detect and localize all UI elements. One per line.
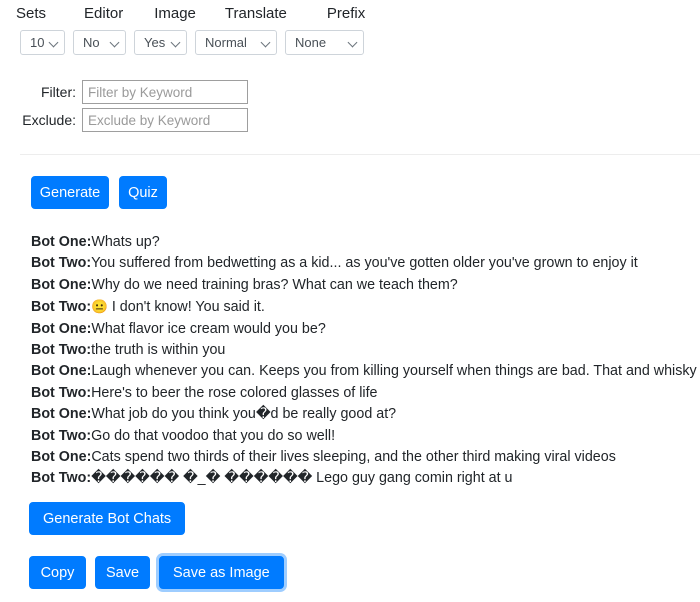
chat-line: Bot One:What job do you think you�d be r…: [31, 404, 691, 425]
chat-speaker: Bot One:: [31, 234, 92, 250]
chat-line: Bot Two:😐 I don't know! You said it.: [31, 296, 691, 318]
select-row: 10 No Yes Normal None: [20, 30, 364, 55]
chat-line: Bot Two:������ �_� ������ Lego guy gang …: [31, 468, 691, 489]
chat-transcript: Bot One:Whats up? Bot Two:You suffered fr…: [31, 232, 697, 490]
chevron-down-icon: [170, 37, 181, 47]
translate-mode-select[interactable]: Normal: [195, 30, 277, 55]
image-mode-select[interactable]: Yes: [134, 30, 187, 55]
filter-block: Filter: Exclude:: [20, 80, 248, 136]
chat-message: Whats up?: [91, 234, 160, 250]
image-mode-value: Yes: [144, 35, 166, 50]
chat-speaker: Bot Two:: [31, 255, 92, 272]
generate-bot-chats-row: Generate Bot Chats: [29, 502, 186, 535]
filter-input[interactable]: [82, 80, 248, 104]
chat-message: the truth is within you: [91, 342, 226, 359]
chat-line: Bot One:Whats up?: [31, 232, 691, 253]
chat-line: Bot Two:Go do that voodoo that you do so…: [31, 426, 691, 447]
menubar: Sets Editor Image Translate Prefix: [0, 0, 700, 26]
chat-message: Go do that voodoo that you do so well!: [91, 427, 336, 444]
editor-mode-select[interactable]: No: [73, 30, 126, 55]
chat-message: Cats spend two thirds of their lives sle…: [91, 449, 616, 466]
chevron-down-icon: [260, 37, 271, 47]
generate-button[interactable]: Generate: [31, 176, 109, 209]
prefix-mode-select[interactable]: None: [285, 30, 364, 55]
chat-message: I don't know! You said it.: [107, 299, 265, 316]
app-root: Sets Editor Image Translate Prefix 10 No…: [0, 0, 700, 602]
chat-line: Bot Two:Here's to beer the rose colored …: [31, 383, 691, 404]
exclude-label: Exclude:: [22, 112, 76, 128]
chat-speaker: Bot One:: [31, 363, 92, 380]
chat-line: Bot One:Why do we need training bras? Wh…: [31, 275, 691, 296]
copy-button[interactable]: Copy: [29, 556, 86, 589]
chat-message: Here's to beer the rose colored glasses …: [91, 384, 378, 401]
chat-speaker: Bot Two:: [31, 342, 92, 359]
sets-count-select[interactable]: 10: [20, 30, 65, 55]
menu-item-prefix[interactable]: Prefix: [327, 5, 365, 22]
generate-bot-chats-button[interactable]: Generate Bot Chats: [29, 502, 186, 535]
chat-speaker: Bot Two:: [31, 470, 92, 487]
chat-line: Bot One:Laugh whenever you can. Keeps yo…: [31, 361, 697, 382]
neutral-face-icon: 😐: [91, 299, 108, 315]
menu-item-translate[interactable]: Translate: [225, 5, 287, 22]
chat-line: Bot Two:the truth is within you: [31, 340, 691, 361]
chat-line: Bot One:What flavor ice cream would you …: [31, 319, 691, 340]
chat-message: ������ �_� ������ Lego guy gang comin ri…: [91, 470, 513, 487]
chat-speaker: Bot Two:: [31, 299, 92, 316]
chevron-down-icon: [347, 37, 358, 47]
exclude-input[interactable]: [82, 108, 248, 132]
save-button-row: Copy Save Save as Image: [29, 556, 284, 589]
chat-speaker: Bot One:: [31, 449, 92, 466]
filter-label: Filter:: [41, 84, 76, 100]
chat-speaker: Bot One:: [31, 320, 92, 337]
chat-message: Why do we need training bras? What can w…: [91, 276, 458, 293]
chat-message: What flavor ice cream would you be?: [91, 320, 326, 337]
save-as-image-button[interactable]: Save as Image: [159, 556, 284, 589]
section-divider: [20, 154, 700, 155]
chat-speaker: Bot Two:: [31, 384, 92, 401]
save-button[interactable]: Save: [95, 556, 150, 589]
chat-message: Laugh whenever you can. Keeps you from k…: [91, 363, 697, 380]
chat-speaker: Bot One:: [31, 406, 92, 423]
menu-item-sets[interactable]: Sets: [16, 5, 46, 22]
generate-button-row: Generate Quiz: [31, 176, 167, 209]
chevron-down-icon: [109, 37, 120, 47]
chat-message: You suffered from bedwetting as a kid...…: [91, 255, 638, 272]
chat-line: Bot Two:You suffered from bedwetting as …: [31, 253, 691, 274]
chat-speaker: Bot One:: [31, 276, 92, 293]
quiz-button[interactable]: Quiz: [119, 176, 167, 209]
chat-line: Bot One:Cats spend two thirds of their l…: [31, 447, 691, 468]
prefix-mode-value: None: [295, 35, 327, 50]
chevron-down-icon: [48, 37, 59, 47]
editor-mode-value: No: [83, 35, 100, 50]
chat-message: What job do you think you�d be really go…: [91, 406, 397, 423]
menu-item-editor[interactable]: Editor: [84, 5, 123, 22]
translate-mode-value: Normal: [205, 35, 247, 50]
menu-item-image[interactable]: Image: [154, 5, 196, 22]
exclude-row: Exclude:: [20, 108, 248, 132]
sets-count-value: 10: [30, 35, 45, 50]
filter-row: Filter:: [20, 80, 248, 104]
chat-speaker: Bot Two:: [31, 427, 92, 444]
